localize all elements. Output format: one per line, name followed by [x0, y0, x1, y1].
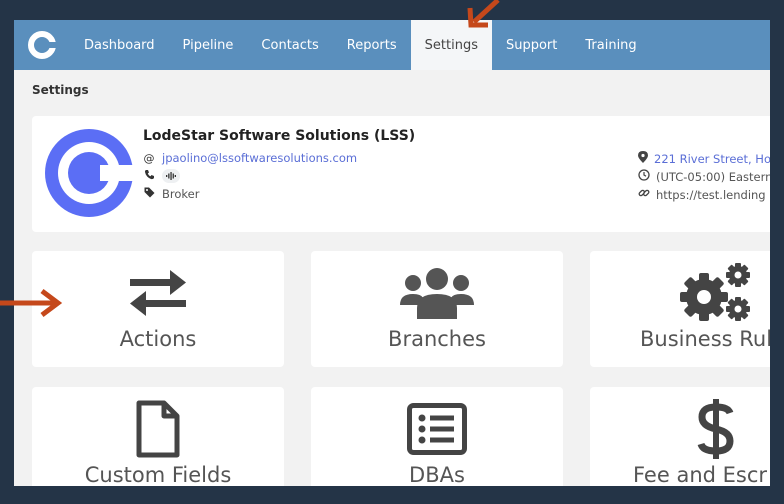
tile-fee-and-escrow[interactable]: Fee and Escr — [590, 387, 770, 486]
users-group-icon — [311, 265, 563, 321]
gears-icon — [590, 263, 770, 321]
document-icon — [32, 400, 284, 458]
tile-branches[interactable]: Branches — [311, 251, 563, 367]
company-profile-card: LodeStar Software Solutions (LSS) @ jpao… — [32, 116, 770, 232]
dollar-icon — [590, 399, 770, 459]
nav-pipeline[interactable]: Pipeline — [169, 20, 248, 70]
at-icon: @ — [143, 151, 155, 165]
nav-contacts[interactable]: Contacts — [247, 20, 332, 70]
address-row: 221 River Street, Hob — [638, 151, 770, 166]
tile-label: Business Rul — [640, 327, 770, 351]
tile-custom-fields[interactable]: Custom Fields — [32, 387, 284, 486]
swap-arrows-icon — [32, 265, 284, 321]
tile-label: Custom Fields — [84, 463, 232, 486]
tag-icon — [143, 187, 155, 201]
tile-label: Fee and Escr — [633, 463, 768, 486]
website-row: https://test.lending — [638, 187, 766, 202]
company-avatar — [44, 128, 136, 218]
role-label: Broker — [162, 187, 200, 201]
nav-dashboard[interactable]: Dashboard — [70, 20, 169, 70]
timezone-label: (UTC-05:00) Eastern — [656, 169, 770, 184]
logo-icon — [28, 31, 58, 59]
clock-icon — [638, 169, 650, 184]
list-icon — [311, 401, 563, 457]
email-link[interactable]: jpaolino@lssoftwaresolutions.com — [162, 151, 357, 165]
website-label[interactable]: https://test.lending — [656, 188, 766, 202]
timezone-row: (UTC-05:00) Eastern — [638, 169, 770, 184]
link-icon — [638, 187, 650, 202]
page-title: Settings — [32, 83, 89, 97]
phone-icon — [143, 169, 155, 183]
tile-actions[interactable]: Actions — [32, 251, 284, 367]
tile-business-rules[interactable]: Business Rul — [590, 251, 770, 367]
annotation-arrow-right-icon — [0, 289, 63, 317]
tile-label: Branches — [388, 327, 486, 351]
tile-dbas[interactable]: DBAs — [311, 387, 563, 486]
nav-training[interactable]: Training — [571, 20, 650, 70]
top-navigation: Dashboard Pipeline Contacts Reports Sett… — [14, 20, 770, 70]
voice-icon[interactable] — [162, 169, 180, 183]
tile-label: DBAs — [409, 463, 465, 486]
email-row: @ jpaolino@lssoftwaresolutions.com — [143, 151, 358, 165]
nav-reports[interactable]: Reports — [333, 20, 411, 70]
company-name: LodeStar Software Solutions (LSS) — [143, 128, 416, 144]
company-logo-icon — [45, 129, 136, 217]
annotation-arrow-down-icon — [467, 0, 500, 28]
app-logo[interactable] — [14, 20, 70, 70]
role-row: Broker — [143, 187, 199, 201]
tile-label: Actions — [119, 327, 197, 351]
map-pin-icon — [638, 151, 648, 166]
app-window: Dashboard Pipeline Contacts Reports Sett… — [14, 20, 770, 486]
address-link[interactable]: 221 River Street, Hob — [654, 152, 770, 166]
phone-row — [143, 169, 180, 183]
